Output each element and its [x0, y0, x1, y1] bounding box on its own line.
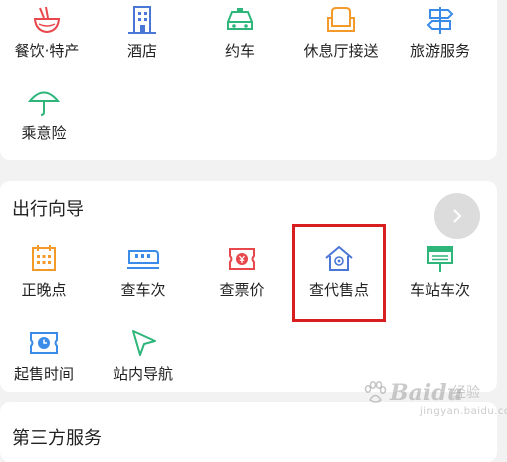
- guide-train-search[interactable]: 查车次: [98, 243, 188, 313]
- service-ride-label: 约车: [224, 42, 255, 60]
- service-dining[interactable]: 餐饮·特产: [2, 4, 92, 74]
- signpost-icon: [426, 7, 454, 34]
- ticket-yen-icon: [229, 248, 255, 270]
- house-location-icon: [325, 245, 353, 271]
- guide-sale-time-label: 起售时间: [13, 365, 74, 383]
- section-title: 出行向导: [12, 199, 84, 220]
- section-title-third-party: 第三方服务: [12, 428, 102, 449]
- guide-agency-search[interactable]: 查代售点: [294, 243, 384, 313]
- service-travel[interactable]: 旅游服务: [395, 4, 485, 74]
- sofa-icon: [327, 7, 355, 32]
- guide-delay-status-label: 正晚点: [21, 281, 67, 299]
- service-ride[interactable]: 约车: [195, 4, 285, 74]
- service-lounge[interactable]: 休息厅接送: [296, 4, 386, 74]
- travel-guide-card: 出行向导 正晚点 查车次 查票价 查代售点 车站车次 起售时间 站内导航: [0, 181, 497, 392]
- guide-agency-search-label: 查代售点: [308, 281, 369, 299]
- guide-fare-search[interactable]: 查票价: [197, 243, 287, 313]
- train-icon: [127, 250, 159, 269]
- chevron-right-icon: [453, 209, 462, 223]
- service-insurance-label: 乘意险: [21, 124, 67, 142]
- service-hotel[interactable]: 酒店: [97, 4, 187, 74]
- guide-sale-time[interactable]: 起售时间: [0, 327, 89, 397]
- guide-train-search-label: 查车次: [120, 281, 166, 299]
- service-dining-label: 餐饮·特产: [14, 42, 80, 60]
- guide-delay-status[interactable]: 正晚点: [0, 243, 89, 313]
- guide-station-trains[interactable]: 车站车次: [395, 243, 485, 313]
- service-lounge-label: 休息厅接送: [303, 42, 379, 60]
- navigation-arrow-icon: [132, 330, 156, 356]
- hotel-building-icon: [128, 6, 156, 34]
- guide-indoor-navigation-label: 站内导航: [112, 365, 173, 383]
- service-insurance[interactable]: 乘意险: [0, 86, 89, 156]
- clock-ticket-icon: [30, 332, 58, 354]
- noodle-bowl-icon: [33, 6, 61, 34]
- guide-station-trains-label: 车站车次: [409, 281, 470, 299]
- services-card: 餐饮·特产 酒店 约车 休息厅接送 旅游服务 乘意险: [0, 0, 497, 160]
- car-icon: [227, 8, 253, 30]
- guide-indoor-navigation[interactable]: 站内导航: [98, 327, 188, 397]
- service-travel-label: 旅游服务: [409, 42, 470, 60]
- umbrella-icon: [27, 91, 61, 116]
- station-board-icon: [427, 246, 453, 272]
- more-button[interactable]: [434, 193, 480, 239]
- service-hotel-label: 酒店: [126, 42, 157, 60]
- guide-fare-search-label: 查票价: [219, 281, 265, 299]
- third-party-card: 第三方服务: [0, 402, 497, 462]
- calendar-icon: [32, 245, 56, 271]
